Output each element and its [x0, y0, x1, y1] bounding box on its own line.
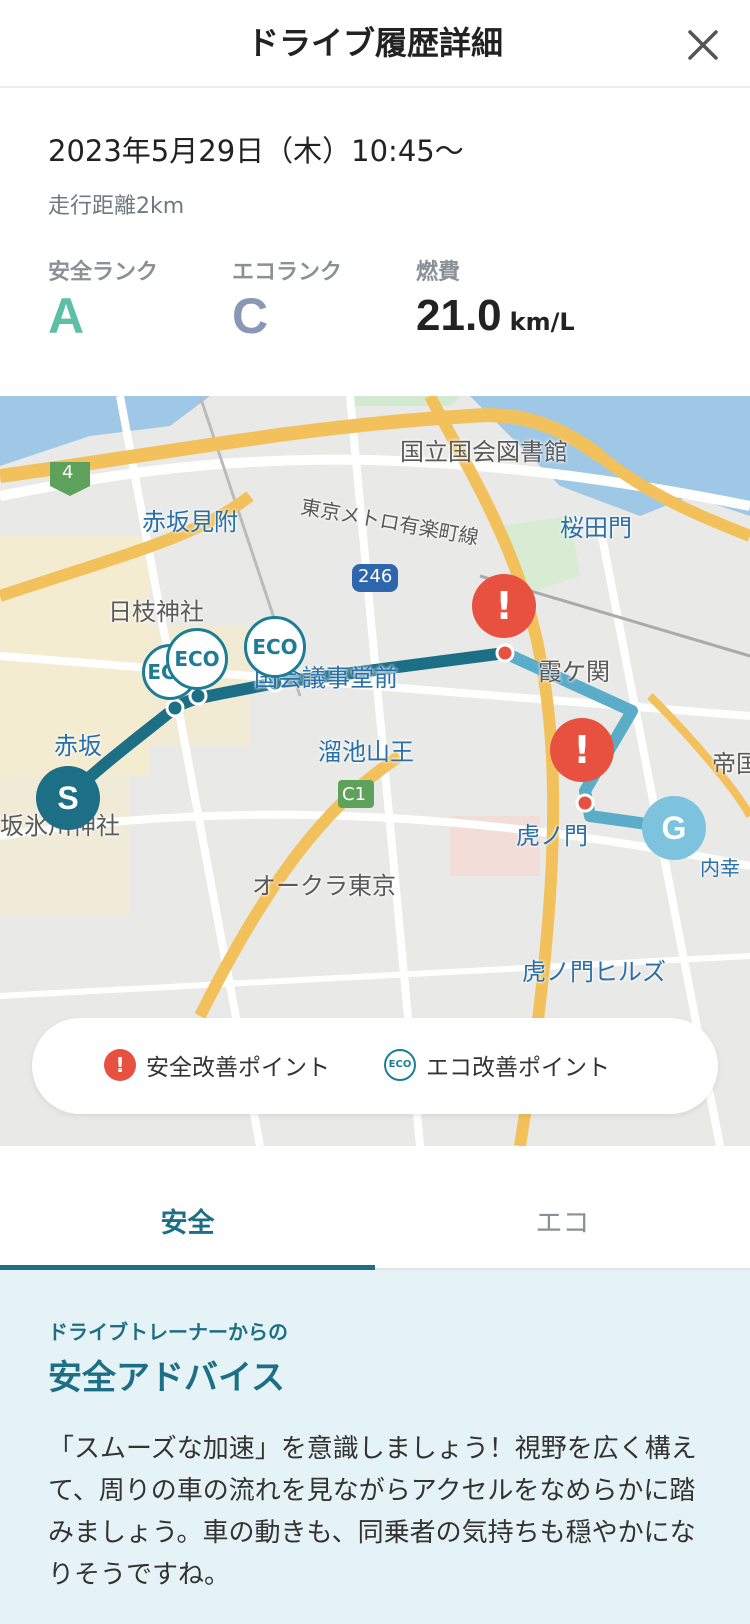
goal-marker[interactable]: G [642, 796, 706, 860]
header: ドライブ履歴詳細 [0, 0, 750, 88]
tab-eco[interactable]: エコ [375, 1146, 750, 1270]
fuel-unit: km/L [509, 308, 575, 336]
route-number: C1 [342, 784, 367, 805]
legend-eco-label: エコ改善ポイント [426, 1055, 610, 1081]
legend-safety: ! 安全改善ポイント [104, 1048, 330, 1082]
map-label: 虎ノ門 [516, 822, 588, 850]
map-label: 虎ノ門ヒルズ [522, 958, 666, 986]
alert-icon: ! [104, 1049, 136, 1081]
map-label: 国立国会図書館 [400, 438, 568, 466]
eco-marker[interactable]: ECO [166, 628, 228, 690]
safety-rank-value: A [48, 288, 85, 344]
map-label: 霞ケ関 [538, 658, 610, 686]
tab-safety[interactable]: 安全 [0, 1146, 375, 1270]
page-title: ドライブ履歴詳細 [246, 24, 503, 62]
close-button[interactable] [682, 24, 724, 66]
drive-date: 2023年5月29日（木）10:45〜 [48, 134, 464, 168]
eco-rank-label: エコランク [232, 260, 343, 285]
fuel-label: 燃費 [416, 260, 461, 285]
eco-marker[interactable]: ECO [244, 616, 306, 678]
close-icon [688, 30, 718, 60]
map-label: 赤坂見附 [142, 508, 238, 536]
safety-rank-label: 安全ランク [48, 260, 159, 285]
map-label: 桜田門 [560, 514, 632, 542]
fuel-economy: 燃費 21.0 km/L [416, 254, 575, 346]
rank-row: 安全ランク A エコランク C 燃費 21.0 km/L [48, 254, 708, 354]
eco-icon: ECO [384, 1049, 416, 1081]
fuel-value: 21.0 [416, 291, 502, 340]
advice-title: 安全アドバイス [48, 1358, 285, 1398]
route-number: 4 [62, 462, 74, 483]
map-legend: ! 安全改善ポイント ECO エコ改善ポイント [32, 1018, 718, 1114]
map-label: 赤坂 [54, 732, 102, 760]
safety-alert-marker[interactable]: ! [550, 718, 614, 782]
drive-summary: 2023年5月29日（木）10:45〜 走行距離2km 安全ランク A エコラン… [48, 128, 708, 344]
legend-eco: ECO エコ改善ポイント [384, 1048, 610, 1082]
map-label: 帝国 [712, 750, 750, 778]
tab-bar: 安全 エコ [0, 1146, 750, 1270]
map-label: 溜池山王 [318, 738, 414, 766]
map-label: オークラ東京 [252, 872, 396, 900]
advice-panel: ドライブトレーナーからの 安全アドバイス 「スムーズな加速」を意識しましょう！視… [0, 1270, 750, 1624]
map-label: 内幸 [700, 856, 740, 880]
safety-rank: 安全ランク A [48, 254, 158, 346]
legend-safety-label: 安全改善ポイント [146, 1055, 330, 1081]
eco-rank: エコランク C [232, 254, 342, 346]
advice-subtitle: ドライブトレーナーからの [48, 1320, 288, 1344]
park-area [350, 396, 460, 406]
eco-rank-value: C [232, 288, 269, 344]
safety-alert-marker[interactable]: ! [472, 574, 536, 638]
advice-body: 「スムーズな加速」を意識しましょう！視野を広く構えて、周りの車の流れを見ながらア… [48, 1434, 697, 1590]
drive-distance: 走行距離2km [48, 194, 185, 219]
map-label: 日枝神社 [108, 598, 204, 626]
start-marker[interactable]: S [36, 766, 100, 830]
route-number: 246 [358, 566, 393, 587]
